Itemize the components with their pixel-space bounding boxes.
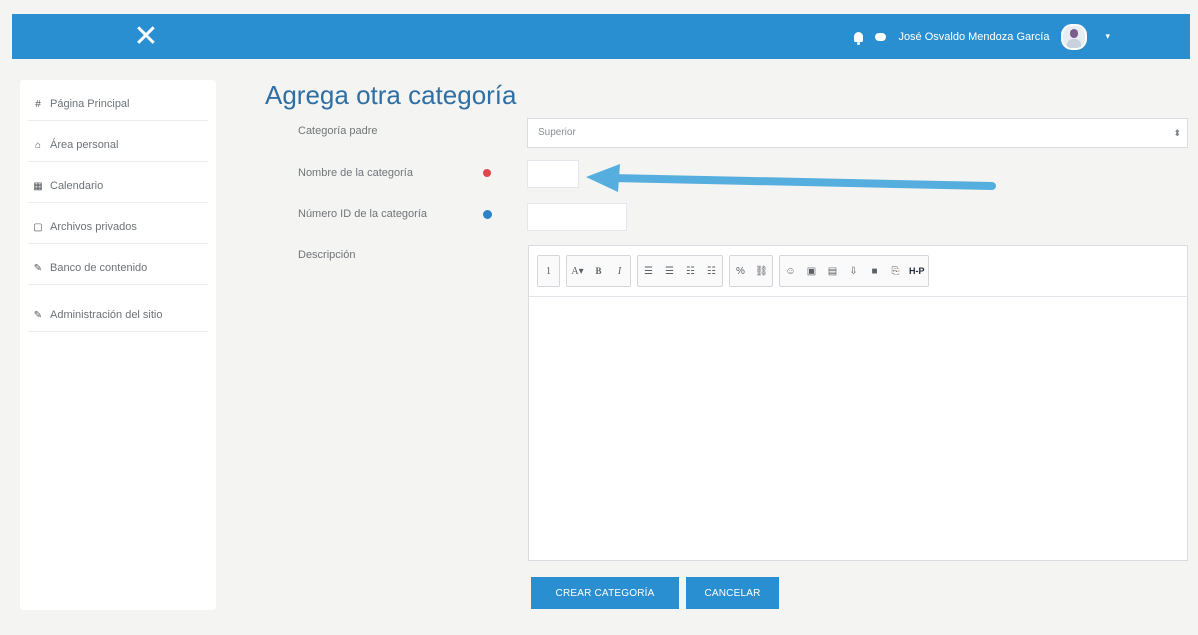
toolbar-group-lists: ☰ ☰ ☷ ☷ xyxy=(637,255,723,287)
select-arrows-icon: ⬍ xyxy=(1173,128,1181,138)
file-icon: ▢ xyxy=(33,221,43,233)
help-icon[interactable] xyxy=(483,210,492,219)
record-video-button[interactable]: ■ xyxy=(864,257,885,285)
sidebar-item-dashboard[interactable]: ⌂ Área personal xyxy=(28,129,208,162)
italic-button[interactable]: I xyxy=(609,257,630,285)
description-label: Descripción xyxy=(298,249,356,261)
toolbar-toggle-button[interactable]: 1 xyxy=(538,257,559,285)
annotation-arrow xyxy=(586,164,996,192)
parent-category-value: Superior xyxy=(538,127,576,138)
required-icon xyxy=(483,169,491,177)
sidebar-item-private-files[interactable]: ▢ Archivos privados xyxy=(28,211,208,244)
sidebar-item-calendar[interactable]: ▦ Calendario xyxy=(28,170,208,203)
media-button[interactable]: ▤ xyxy=(822,257,843,285)
bold-button[interactable]: B xyxy=(588,257,609,285)
sidebar-item-label: Calendario xyxy=(50,180,104,192)
parent-category-select[interactable]: Superior ⬍ xyxy=(527,118,1188,148)
h5p-button[interactable]: H-P xyxy=(906,257,928,285)
sidebar-item-label: Banco de contenido xyxy=(50,262,148,274)
description-editor: 1 A▾ B I ☰ ☰ ☷ ☷ % ⛓ ☺ ▣ ▤ ⇩ ■ ⎘ H-P xyxy=(528,245,1188,561)
toolbar-group-expand: 1 xyxy=(537,255,560,287)
category-id-input[interactable] xyxy=(527,203,627,231)
sidebar-item-label: Archivos privados xyxy=(50,221,137,233)
editor-content-area[interactable] xyxy=(529,297,1187,561)
sidebar-item-label: Página Principal xyxy=(50,98,130,110)
avatar[interactable] xyxy=(1061,23,1088,50)
indent-button[interactable]: ☷ xyxy=(701,257,722,285)
user-menu: José Osvaldo Mendoza García ▾ xyxy=(854,23,1110,50)
sidebar-item-site-admin[interactable]: ✎ Administración del sitio xyxy=(28,299,208,332)
home-icon: # xyxy=(35,98,41,110)
sidebar-item-label: Administración del sitio xyxy=(50,309,163,321)
calendar-icon: ▦ xyxy=(33,180,43,192)
image-button[interactable]: ▣ xyxy=(801,257,822,285)
page-title: Agrega otra categoría xyxy=(265,80,517,110)
chevron-down-icon[interactable]: ▾ xyxy=(1105,31,1110,42)
outdent-button[interactable]: ☷ xyxy=(680,257,701,285)
category-id-label: Número ID de la categoría xyxy=(298,208,428,220)
toolbar-group-media: ☺ ▣ ▤ ⇩ ■ ⎘ H-P xyxy=(779,255,929,287)
wrench-icon: ✎ xyxy=(33,309,43,321)
bell-icon[interactable] xyxy=(854,31,864,45)
create-category-button[interactable]: CREAR CATEGORÍA xyxy=(531,577,679,609)
parent-category-label: Categoría padre xyxy=(298,125,378,137)
editor-toolbar: 1 A▾ B I ☰ ☰ ☷ ☷ % ⛓ ☺ ▣ ▤ ⇩ ■ ⎘ H-P xyxy=(529,246,1187,297)
sidebar: # Página Principal ⌂ Área personal ▦ Cal… xyxy=(20,80,216,610)
link-button[interactable]: % xyxy=(730,257,751,285)
unordered-list-button[interactable]: ☰ xyxy=(638,257,659,285)
dashboard-icon: ⌂ xyxy=(34,139,42,151)
manage-files-button[interactable]: ⎘ xyxy=(885,257,906,285)
sidebar-item-home[interactable]: # Página Principal xyxy=(28,88,208,121)
user-name[interactable]: José Osvaldo Mendoza García xyxy=(898,31,1049,43)
cancel-button[interactable]: CANCELAR xyxy=(686,577,779,609)
sidebar-item-label: Área personal xyxy=(50,139,119,151)
unlink-button[interactable]: ⛓ xyxy=(751,257,772,285)
category-name-label: Nombre de la categoría xyxy=(298,167,413,179)
toolbar-group-style: A▾ B I xyxy=(566,255,631,287)
pencil-icon: ✎ xyxy=(33,262,43,274)
chat-icon[interactable] xyxy=(875,32,887,41)
close-drawer-button[interactable]: ✕ xyxy=(124,17,168,57)
paragraph-style-button[interactable]: A▾ xyxy=(567,257,588,285)
top-navbar: ✕ José Osvaldo Mendoza García ▾ xyxy=(12,14,1190,59)
emoji-button[interactable]: ☺ xyxy=(780,257,801,285)
ordered-list-button[interactable]: ☰ xyxy=(659,257,680,285)
toolbar-group-links: % ⛓ xyxy=(729,255,773,287)
sidebar-item-content-bank[interactable]: ✎ Banco de contenido xyxy=(28,252,208,285)
record-audio-button[interactable]: ⇩ xyxy=(843,257,864,285)
